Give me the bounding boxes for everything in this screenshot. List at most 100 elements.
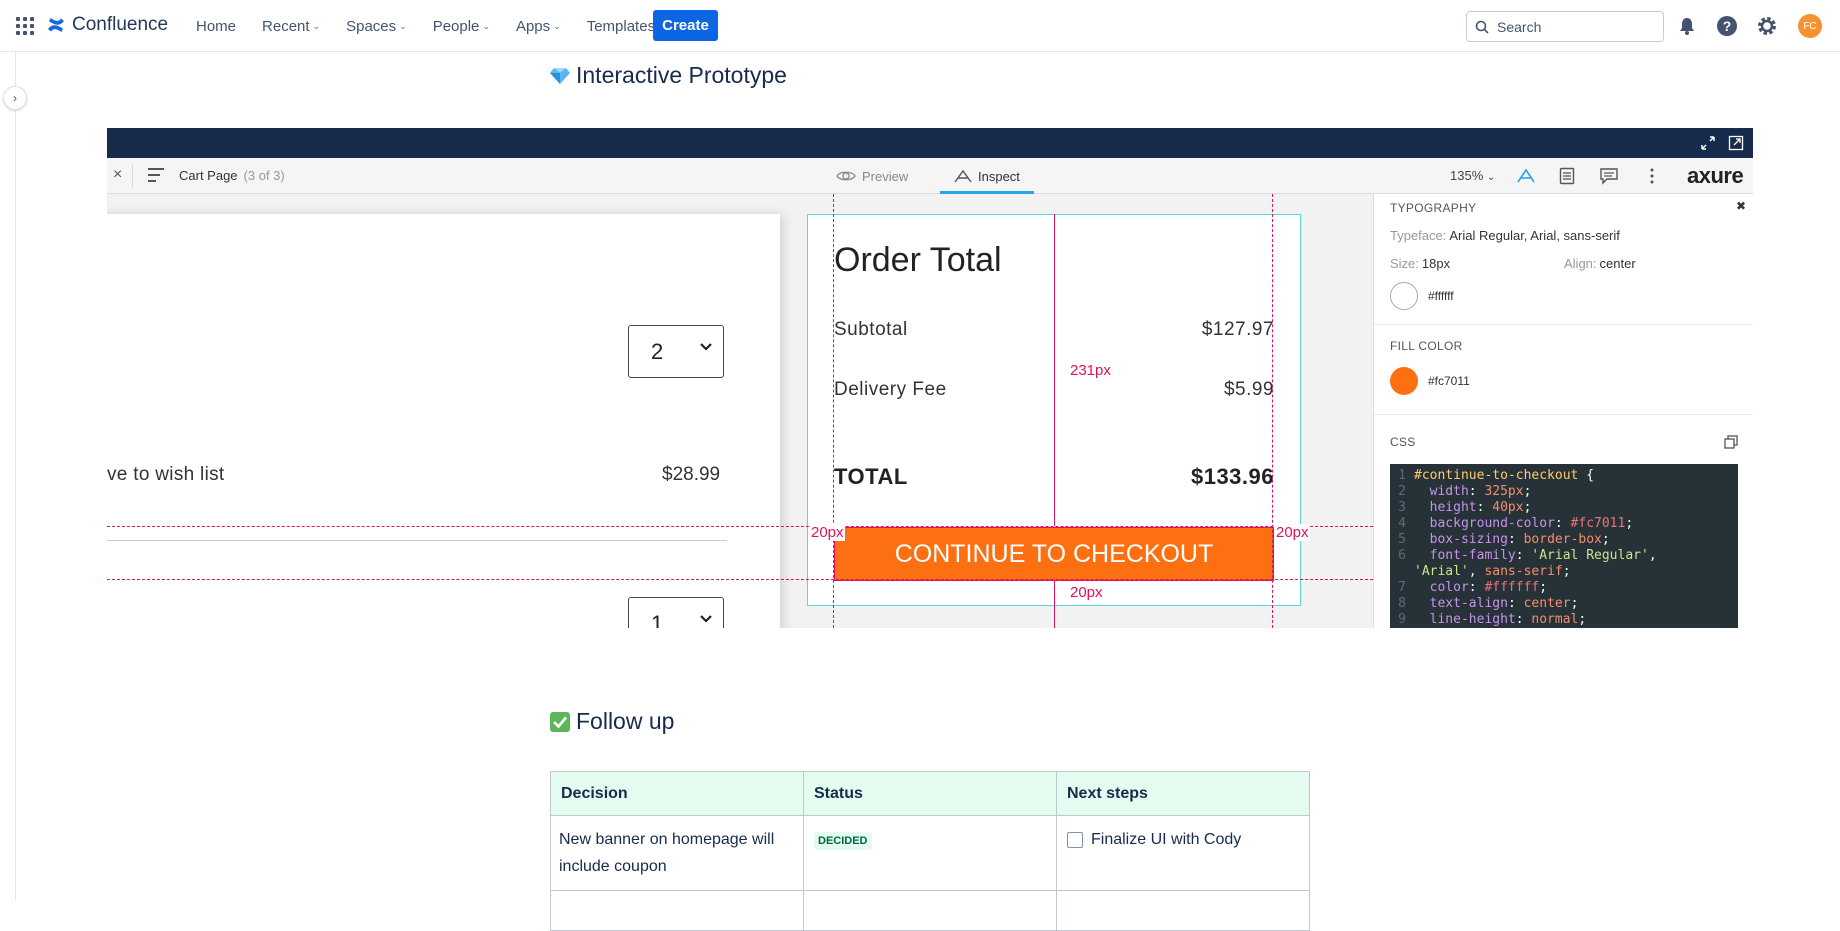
nav-recent[interactable]: Recent ⌄	[262, 18, 320, 35]
notifications-bell-icon[interactable]	[1676, 15, 1698, 37]
align-info: Align: center	[1564, 256, 1636, 271]
typeface-value: Arial Regular, Arial, sans-serif	[1449, 228, 1620, 243]
search-input[interactable]	[1497, 18, 1647, 35]
align-label: Align:	[1564, 256, 1597, 271]
text-color-swatch[interactable]	[1390, 282, 1418, 310]
status-badge: DECIDED	[814, 832, 872, 850]
nav-home[interactable]: Home	[196, 18, 236, 35]
redline-guide-left	[833, 194, 834, 628]
quantity-value: 1	[651, 610, 664, 629]
subtotal-label: Subtotal	[834, 319, 908, 340]
save-to-wish-list-link[interactable]: ve to wish list	[107, 464, 224, 486]
column-header-next-steps: Next steps	[1056, 771, 1310, 816]
chevron-down-icon: ⌄	[553, 20, 561, 31]
top-navigation: Confluence Home Recent ⌄ Spaces ⌄ People ⌄ …	[0, 0, 1840, 52]
decision-cell[interactable]: New banner on homepage will include coup…	[550, 815, 804, 891]
brand-name: Confluence	[72, 14, 169, 35]
fill-color-swatch[interactable]	[1390, 367, 1418, 395]
comments-icon[interactable]	[1599, 166, 1619, 186]
line-number: 4	[1398, 516, 1406, 531]
fill-color-value: #fc7011	[1428, 374, 1470, 388]
page-count: (3 of 3)	[243, 168, 285, 183]
code-line: 6 font-family: 'Arial Regular',	[1390, 548, 1738, 564]
notes-icon[interactable]	[1557, 166, 1577, 186]
fullscreen-icon[interactable]	[1699, 134, 1717, 152]
code-token: 'Arial Regular'	[1531, 548, 1649, 563]
zoom-dropdown[interactable]: 135% ⌄	[1450, 168, 1495, 183]
page-list-menu-icon[interactable]	[148, 168, 164, 182]
redline-toggle-icon[interactable]	[1516, 166, 1536, 186]
search-field[interactable]	[1466, 11, 1664, 42]
code-line: 8 text-align: center;	[1390, 596, 1738, 612]
code-text: text-align: center;	[1414, 596, 1579, 612]
subtotal-value: $127.97	[1201, 319, 1274, 340]
app-switcher-icon[interactable]	[16, 17, 34, 35]
status-cell[interactable]	[803, 890, 1057, 931]
task-checkbox[interactable]	[1067, 831, 1083, 848]
close-inspect-icon[interactable]: ✖	[1736, 199, 1746, 213]
status-cell[interactable]: DECIDED	[803, 815, 1057, 891]
code-token: :	[1468, 580, 1485, 595]
code-token: #continue-to-checkout	[1414, 468, 1579, 483]
toolbar-divider	[132, 164, 133, 188]
code-token: :	[1554, 516, 1571, 531]
align-value: center	[1599, 256, 1636, 271]
quantity-value: 2	[651, 338, 664, 364]
next-steps-cell[interactable]	[1056, 890, 1310, 931]
copy-icon[interactable]	[1724, 435, 1738, 454]
code-token: border-box	[1523, 532, 1602, 547]
line-number: 1	[1398, 468, 1406, 483]
column-header-status: Status	[803, 771, 1057, 816]
nav-people[interactable]: People ⌄	[433, 18, 490, 35]
expand-sidebar-button[interactable]: ›	[3, 86, 27, 110]
code-line: 3 height: 40px;	[1390, 500, 1738, 516]
code-token: {	[1578, 468, 1595, 483]
nav-spaces-label: Spaces	[346, 17, 397, 35]
code-token: :	[1515, 612, 1532, 627]
fill-color-title: FILL COLOR	[1390, 339, 1463, 353]
fill-color-section: FILL COLOR #fc7011	[1374, 325, 1753, 415]
code-token: :	[1468, 484, 1485, 499]
help-icon[interactable]: ?	[1716, 15, 1738, 37]
svg-text:?: ?	[1723, 18, 1732, 34]
line-number: 9	[1398, 612, 1406, 627]
code-text: 'Arial', sans-serif;	[1414, 564, 1571, 580]
page-name: Cart Page	[179, 168, 238, 183]
close-sitemap-button[interactable]: ×	[113, 166, 122, 184]
text-color-value: #ffffff	[1428, 289, 1454, 303]
nav-apps[interactable]: Apps ⌄	[516, 18, 561, 35]
page-title: Interactive Prototype	[576, 62, 787, 88]
code-token: sans-serif	[1484, 564, 1563, 579]
code-line: 7 color: #ffffff;	[1390, 580, 1738, 596]
quantity-select[interactable]: 2	[628, 325, 724, 378]
nav-templates[interactable]: Templates	[587, 18, 655, 35]
code-token: #ffffff	[1484, 580, 1540, 595]
task-label: Finalize UI with Cody	[1091, 831, 1242, 848]
user-avatar[interactable]: FC	[1798, 14, 1822, 38]
code-token: 'Arial'	[1414, 564, 1469, 579]
tab-inspect[interactable]: Inspect	[940, 158, 1034, 194]
next-steps-cell[interactable]: Finalize UI with Cody	[1056, 815, 1310, 891]
gem-emoji-icon	[550, 67, 570, 84]
decision-cell[interactable]	[550, 890, 804, 931]
code-token: ;	[1578, 612, 1587, 627]
measure-label-right: 20px	[1275, 524, 1310, 541]
nav-spaces[interactable]: Spaces ⌄	[346, 18, 407, 35]
create-button[interactable]: Create	[653, 10, 718, 41]
code-text: line-height: normal;	[1414, 612, 1587, 628]
more-options-icon[interactable]	[1642, 166, 1662, 186]
open-external-icon[interactable]	[1727, 134, 1745, 152]
css-code-block[interactable]: 1 #continue-to-checkout {2 width: 325px; 3…	[1390, 464, 1738, 628]
confluence-logo[interactable]: Confluence	[46, 14, 168, 36]
tab-preview[interactable]: Preview	[836, 158, 908, 194]
code-text: box-sizing: border-box;	[1414, 532, 1610, 548]
quantity-select[interactable]: 1	[628, 597, 724, 628]
settings-gear-icon[interactable]	[1756, 15, 1778, 37]
page-indicator: Cart Page (3 of 3)	[179, 168, 285, 183]
continue-to-checkout-button[interactable]: CONTINUE TO CHECKOUT	[834, 527, 1274, 581]
css-title: CSS	[1390, 435, 1416, 449]
